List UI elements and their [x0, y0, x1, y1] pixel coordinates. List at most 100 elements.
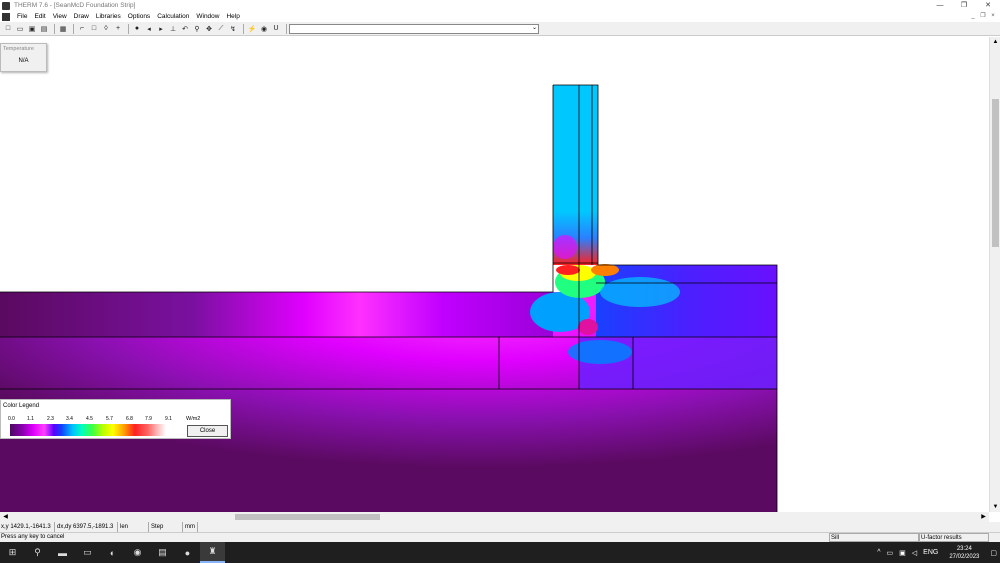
clock[interactable]: 23:24 27/02/2023	[949, 545, 979, 561]
legend-ticks: 0.0 1.1 2.3 3.4 4.5 5.7 6.8 7.9 9.1	[8, 416, 178, 424]
anchor-icon[interactable]: ⊥	[168, 24, 178, 34]
windows-start-icon[interactable]: ⊞	[0, 542, 25, 563]
new-file-icon[interactable]: □	[3, 24, 13, 34]
calculate-icon[interactable]: ⚡	[247, 24, 257, 34]
xy-readout: x,y 1429.1,-1641.3	[0, 522, 55, 532]
legend-tick: 1.1	[27, 416, 34, 422]
close-button[interactable]: ✕	[976, 0, 1000, 11]
doc-minimize-button[interactable]: _	[968, 11, 978, 22]
legend-tick: 3.4	[66, 416, 73, 422]
document-window-controls: _ ❐ ×	[968, 11, 998, 22]
doc-close-button[interactable]: ×	[988, 11, 998, 22]
legend-tick: 9.1	[165, 416, 172, 422]
crosshair-icon[interactable]: +	[113, 24, 123, 34]
legend-tick: 0.0	[8, 416, 15, 422]
zoom-icon[interactable]: ⚲	[192, 24, 202, 34]
toolbar-separator	[286, 23, 287, 34]
menu-libraries[interactable]: Libraries	[96, 13, 121, 20]
u-factor-icon[interactable]: U	[271, 24, 281, 34]
legend-tick: 5.7	[106, 416, 113, 422]
language-indicator[interactable]: ENG	[923, 549, 938, 556]
toolbar-separator	[243, 23, 244, 34]
select-icon[interactable]: ●	[132, 24, 142, 34]
length-readout: len 6671.3	[119, 522, 149, 540]
menu-edit[interactable]: Edit	[34, 13, 45, 20]
temperature-popup: Temperature N/A	[0, 43, 47, 72]
scroll-down-icon[interactable]: ▼	[990, 502, 1000, 512]
boundary-icon[interactable]: ↯	[228, 24, 238, 34]
material-combo[interactable]: ⌄	[289, 24, 539, 34]
display-icon[interactable]: ▣	[899, 549, 906, 557]
minimize-button[interactable]: —	[928, 0, 952, 11]
toolbar-separator	[128, 23, 129, 34]
horizontal-scroll-thumb[interactable]	[235, 514, 380, 520]
legend-tick: 6.8	[126, 416, 133, 422]
rectangle-icon[interactable]: □	[89, 24, 99, 34]
menu-bar: File Edit View Draw Libraries Options Ca…	[0, 11, 1000, 22]
photos-icon[interactable]: ◐	[100, 542, 125, 563]
therm-taskbar-icon[interactable]: ♜	[200, 542, 225, 563]
toolbar-separator	[73, 23, 74, 34]
menu-options[interactable]: Options	[128, 13, 150, 20]
menu-window[interactable]: Window	[196, 13, 219, 20]
pan-icon[interactable]: ✥	[204, 24, 214, 34]
outline-left	[0, 85, 554, 293]
menu-view[interactable]: View	[53, 13, 67, 20]
clock-time: 23:24	[956, 545, 972, 552]
dxdy-readout: dx,dy 6397.5,-1891.3	[56, 522, 118, 532]
legend-tick: 2.3	[47, 416, 54, 422]
scroll-up-icon[interactable]: ▲	[990, 37, 1000, 47]
wall-base-zone	[553, 235, 577, 259]
document-icon[interactable]	[2, 12, 10, 21]
pc-icon[interactable]: ▬	[50, 542, 75, 563]
open-folder-icon[interactable]: ▭	[15, 24, 25, 34]
unit-readout: mm	[184, 522, 198, 532]
search-icon[interactable]: ⚲	[25, 542, 50, 563]
chevron-up-icon[interactable]: ^	[877, 549, 880, 556]
scroll-right-icon[interactable]: ▶	[978, 512, 989, 522]
temperature-popup-title: Temperature	[3, 46, 34, 52]
move-point-icon[interactable]: ▸	[156, 24, 166, 34]
print-icon[interactable]: ▤	[39, 24, 49, 34]
legend-units: W/m2	[186, 416, 201, 422]
model-canvas[interactable]	[0, 37, 989, 512]
menu-draw[interactable]: Draw	[74, 13, 89, 20]
app-red-icon[interactable]: ●	[175, 542, 200, 563]
doc-restore-button[interactable]: ❐	[978, 11, 988, 22]
scroll-left-icon[interactable]: ◀	[0, 512, 11, 522]
save-icon[interactable]: ▣	[27, 24, 37, 34]
menu-file[interactable]: File	[17, 13, 27, 20]
slab-edge-zone	[600, 277, 680, 307]
view-icon[interactable]: ▦	[58, 24, 68, 34]
menu-calculation[interactable]: Calculation	[157, 13, 189, 20]
junction-hot-zone	[556, 265, 580, 275]
polygon-icon[interactable]: ⌐	[77, 24, 87, 34]
results-icon[interactable]: ◉	[259, 24, 269, 34]
edge-icon[interactable]: ◉	[125, 542, 150, 563]
notifications-icon[interactable]: ▢	[990, 549, 997, 557]
color-legend-panel: Color Legend 0.0 1.1 2.3 3.4 4.5 5.7 6.8…	[0, 399, 231, 439]
junction-orange-zone	[591, 264, 619, 276]
vertical-scroll-thumb[interactable]	[992, 99, 999, 247]
menu-help[interactable]: Help	[226, 13, 239, 20]
status-bar: Press any key to cancel Sill U-factor re…	[0, 532, 1000, 542]
network-icon[interactable]: ▭	[887, 549, 894, 557]
window-controls: — ❐ ✕	[928, 0, 1000, 11]
measure-icon[interactable]: ⟋	[216, 24, 226, 34]
spreadsheet-icon[interactable]: ▤	[150, 542, 175, 563]
system-tray: ^ ▭ ▣ ◁ ENG 23:24 27/02/2023 ▢	[874, 542, 1000, 563]
undo-icon[interactable]: ↶	[180, 24, 190, 34]
legend-close-button[interactable]: Close	[187, 425, 228, 437]
horizontal-scrollbar[interactable]: ◀ ▶	[0, 512, 989, 522]
volume-icon[interactable]: ◁	[912, 549, 917, 557]
legend-tick: 4.5	[86, 416, 93, 422]
file-explorer-icon[interactable]: ▭	[75, 542, 100, 563]
color-legend-title: Color Legend	[3, 403, 40, 409]
windows-taskbar: ⊞ ⚲ ▬ ▭ ◐ ◉ ▤ ● ♜ ^ ▭ ▣ ◁ ENG 23:24 27/0…	[0, 542, 1000, 563]
insert-point-icon[interactable]: ◂	[144, 24, 154, 34]
therm-app-icon	[2, 1, 10, 10]
restore-button[interactable]: ❐	[952, 0, 976, 11]
fill-icon[interactable]: ◊	[101, 24, 111, 34]
chevron-down-icon[interactable]: ⌄	[532, 24, 537, 31]
vertical-scrollbar[interactable]: ▲ ▼	[989, 37, 1000, 512]
